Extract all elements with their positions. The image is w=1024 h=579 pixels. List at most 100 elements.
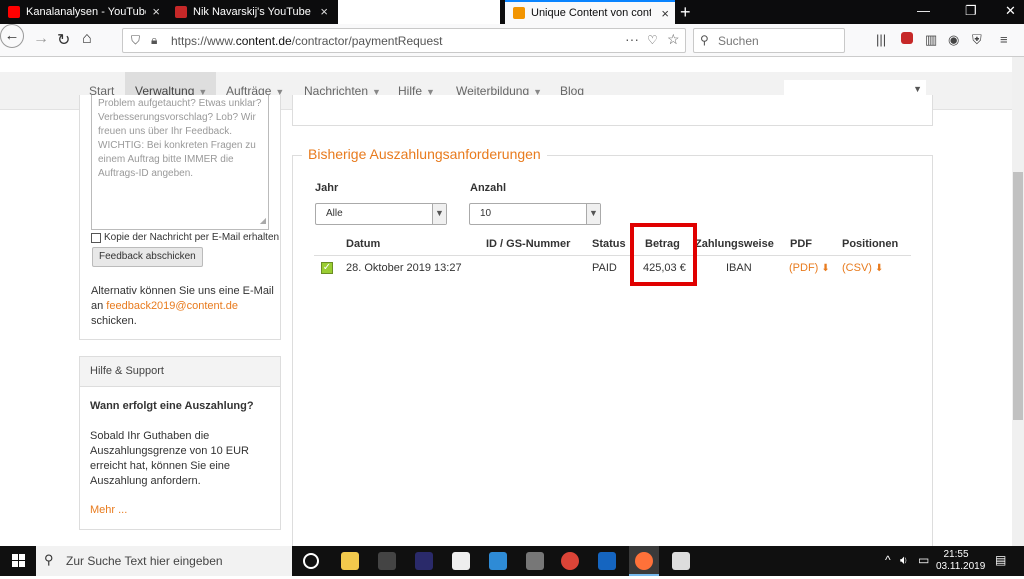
column-positionen[interactable]: Positionen (842, 238, 898, 250)
column-datum[interactable]: Datum (346, 238, 380, 250)
column-zahlungsweise[interactable]: Zahlungsweise (695, 238, 774, 250)
reload-button[interactable]: ↻ (57, 30, 70, 50)
feedback-textarea[interactable]: Problem aufgetaucht? Etwas unklar? Verbe… (91, 95, 269, 230)
help-question: Wann erfolgt eine Auszahlung? (90, 400, 254, 412)
help-text: Sobald Ihr Guthaben die Auszahlungsgrenz… (90, 430, 249, 487)
search-icon: ⚲ (44, 552, 54, 567)
navigation-bar: ← → ↻ ⌂ ⛉ 🔒︎ https://www.content.de/cont… (0, 24, 1024, 57)
account-icon[interactable]: ◉ (948, 32, 959, 48)
send-feedback-button[interactable]: Feedback abschicken (92, 247, 203, 267)
feedback-email-link[interactable]: feedback2019@content.de (106, 300, 238, 312)
copy-checkbox[interactable] (91, 233, 101, 243)
tab-content-de[interactable]: Unique Content von content.de × (505, 0, 675, 24)
library-icon[interactable]: ||| (876, 32, 886, 47)
paid-check-icon: ✓ (321, 262, 333, 274)
payout-title: Bisherige Auszahlungsanforderungen (302, 146, 547, 162)
tab-blank[interactable] (338, 0, 500, 24)
page-actions-icon[interactable]: ··· (625, 31, 639, 47)
ublock-icon[interactable] (901, 32, 913, 44)
bookmark-star-icon[interactable]: ☆ (667, 31, 680, 48)
app-icon[interactable] (672, 552, 690, 570)
chevron-down-icon: ▼ (586, 204, 600, 224)
new-tab-button[interactable]: + (680, 2, 691, 23)
forward-icon: → (33, 30, 49, 47)
column-id[interactable]: ID / GS-Nummer (486, 238, 570, 250)
clock-date: 03.11.2019 (936, 561, 986, 572)
chrome-icon[interactable] (561, 552, 579, 570)
tab-title: Unique Content von content.de (531, 7, 651, 19)
search-bar[interactable]: ⚲ Suchen (693, 28, 845, 53)
cell-status: PAID (592, 262, 617, 274)
start-button[interactable] (0, 546, 36, 576)
download-icon: ⬇ (821, 263, 830, 274)
youtube-icon (8, 6, 20, 18)
cell-method: IBAN (726, 262, 752, 274)
tab-title: Nik Navarskij's YouTube Stats ( (193, 6, 313, 18)
resize-handle-icon[interactable]: ◢ (260, 214, 266, 228)
csv-download-link[interactable]: (CSV) ⬇ (842, 262, 883, 274)
back-icon: ← (4, 27, 20, 44)
chevron-down-icon: ▼ (913, 84, 922, 94)
close-icon[interactable]: × (320, 4, 328, 19)
help-panel: Hilfe & Support Wann erfolgt eine Auszah… (79, 356, 281, 530)
tab-bar: Kanalanalysen - YouTube Studi × Nik Nava… (0, 0, 1024, 24)
battery-icon[interactable]: ▭ (918, 553, 929, 567)
placeholder-line: einem Auftrag bitte IMMER die (98, 154, 234, 165)
back-button[interactable]: ← (0, 24, 24, 48)
app-icon[interactable] (598, 552, 616, 570)
url-text[interactable]: https://www.content.de/contractor/paymen… (171, 34, 442, 48)
task-view-icon[interactable] (303, 553, 319, 569)
search-placeholder: Suchen (718, 34, 759, 48)
pdf-download-link[interactable]: (PDF) ⬇ (789, 262, 830, 274)
close-icon[interactable]: × (152, 4, 160, 19)
restore-icon[interactable]: ❐ (965, 3, 977, 19)
tab-youtube-stats[interactable]: Nik Navarskij's YouTube Stats ( × (167, 0, 334, 24)
year-label: Jahr (315, 182, 339, 194)
extension-icon[interactable]: ⛨ (972, 32, 982, 48)
count-label: Anzahl (470, 182, 507, 194)
minimize-icon[interactable]: — (917, 3, 930, 18)
close-window-icon[interactable]: ✕ (1005, 3, 1016, 19)
placeholder-line: WICHTIG: Bei konkreten Fragen zu (98, 140, 256, 151)
home-icon: ⌂ (82, 30, 92, 47)
taskbar-search[interactable]: ⚲ Zur Suche Text hier eingeben (36, 546, 292, 576)
menu-icon[interactable]: ≡ (1000, 32, 1008, 47)
count-select[interactable]: 10 ▼ (469, 203, 601, 225)
volume-icon[interactable]: 🔉︎ (900, 553, 908, 568)
pocket-icon[interactable]: ♡ (647, 33, 658, 47)
placeholder-line: Problem aufgetaucht? Etwas unklar? (98, 98, 262, 109)
placeholder-line: freuen uns über Ihr Feedback. (98, 126, 232, 137)
chevron-up-icon[interactable]: ^ (885, 553, 891, 567)
year-select[interactable]: Alle ▼ (315, 203, 447, 225)
app-icon[interactable] (526, 552, 544, 570)
app-icon[interactable] (489, 552, 507, 570)
placeholder-line: Verbesserungsvorschlag? Lob? Wir (98, 112, 256, 123)
download-icon: ⬇ (875, 263, 884, 274)
calculator-icon[interactable] (452, 552, 470, 570)
app-icon[interactable] (415, 552, 433, 570)
clock-time: 21:55 (943, 549, 969, 560)
column-pdf[interactable]: PDF (790, 238, 812, 250)
firefox-icon (635, 552, 653, 570)
copy-label: Kopie der Nachricht per E-Mail erhalten (104, 232, 280, 243)
shield-icon[interactable]: ⛉ (131, 33, 140, 48)
help-more-link[interactable]: Mehr ... (90, 504, 127, 516)
clock[interactable]: 21:55 03.11.2019 (936, 549, 986, 573)
column-status[interactable]: Status (592, 238, 626, 250)
close-icon[interactable]: × (661, 6, 669, 21)
tab-youtube-studio[interactable]: Kanalanalysen - YouTube Studi × (0, 0, 166, 24)
content-de-icon (513, 7, 525, 19)
tab-title: Kanalanalysen - YouTube Studi (26, 6, 146, 18)
file-explorer-icon[interactable] (341, 552, 359, 570)
scrollbar-thumb[interactable] (1013, 172, 1023, 420)
stats-icon (175, 6, 187, 18)
forward-button[interactable]: → (33, 30, 49, 48)
lock-icon[interactable]: 🔒︎ (151, 33, 157, 48)
url-bar[interactable]: ⛉ 🔒︎ https://www.content.de/contractor/p… (122, 28, 686, 53)
app-icon[interactable] (378, 552, 396, 570)
taskbar-search-placeholder: Zur Suche Text hier eingeben (66, 554, 223, 568)
notifications-icon[interactable]: ▤ (995, 553, 1006, 567)
sidebar-icon[interactable]: ▥ (925, 32, 937, 48)
home-button[interactable]: ⌂ (82, 30, 92, 48)
firefox-taskbar-button[interactable] (629, 546, 659, 576)
